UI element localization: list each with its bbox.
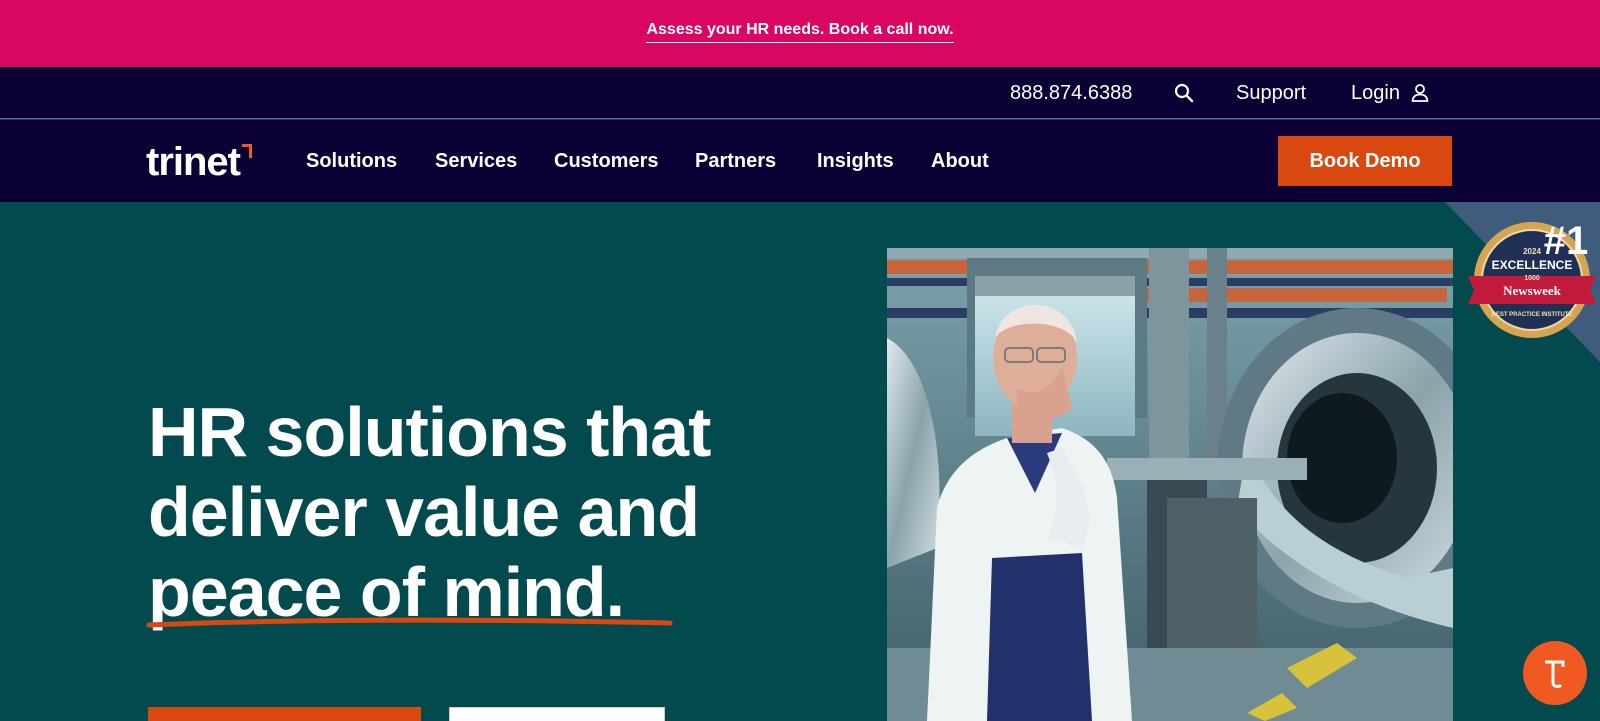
hero-primary-button[interactable] [148, 707, 421, 721]
hero-secondary-button[interactable] [449, 707, 665, 721]
award-badge: 2024 EXCELLENCE 1000 Newsweek BEST PRACT… [1430, 202, 1600, 362]
logo-wordmark: trinet [146, 140, 241, 184]
login-link[interactable]: Login [1351, 67, 1430, 119]
nav-solutions[interactable]: Solutions [306, 120, 397, 202]
search-icon [1174, 83, 1194, 103]
trinet-logo[interactable]: trinet [146, 142, 252, 182]
promo-banner: Assess your HR needs. Book a call now. [0, 0, 1600, 67]
headline-line-1: HR solutions that [148, 393, 711, 471]
hero-section: HR solutions that deliver value and peac… [0, 202, 1600, 721]
hero-headline: HR solutions that deliver value and peac… [148, 392, 788, 632]
utility-bar: 888.874.6388 Support Login [0, 67, 1600, 119]
hero-photo [887, 248, 1453, 721]
nav-customers[interactable]: Customers [554, 120, 658, 202]
headline-underline [146, 617, 673, 628]
phone-link[interactable]: 888.874.6388 [1010, 67, 1132, 119]
chat-icon [1545, 660, 1565, 688]
headline-line-2: deliver value and [148, 473, 700, 551]
badge-rank: #1 [1544, 219, 1589, 263]
book-demo-button[interactable]: Book Demo [1278, 136, 1452, 186]
badge-publisher: Newsweek [1503, 283, 1562, 298]
badge-sub: 1000 [1524, 275, 1540, 282]
nav-about[interactable]: About [931, 120, 989, 202]
nav-partners[interactable]: Partners [695, 120, 776, 202]
main-navigation: trinet Solutions Services Customers Part… [0, 120, 1600, 202]
chat-widget-button[interactable] [1523, 641, 1587, 705]
promo-link[interactable]: Assess your HR needs. Book a call now. [646, 21, 954, 43]
badge-year: 2024 [1523, 247, 1541, 256]
badge-institute: BEST PRACTICE INSTITUTE [1491, 312, 1572, 318]
logo-bracket-icon [242, 144, 252, 158]
support-link[interactable]: Support [1236, 67, 1306, 119]
login-label: Login [1351, 81, 1400, 104]
nav-services[interactable]: Services [435, 120, 517, 202]
lab-scene-image [887, 248, 1453, 721]
search-button[interactable] [1172, 67, 1196, 119]
user-icon [1411, 84, 1429, 102]
nav-insights[interactable]: Insights [817, 120, 894, 202]
